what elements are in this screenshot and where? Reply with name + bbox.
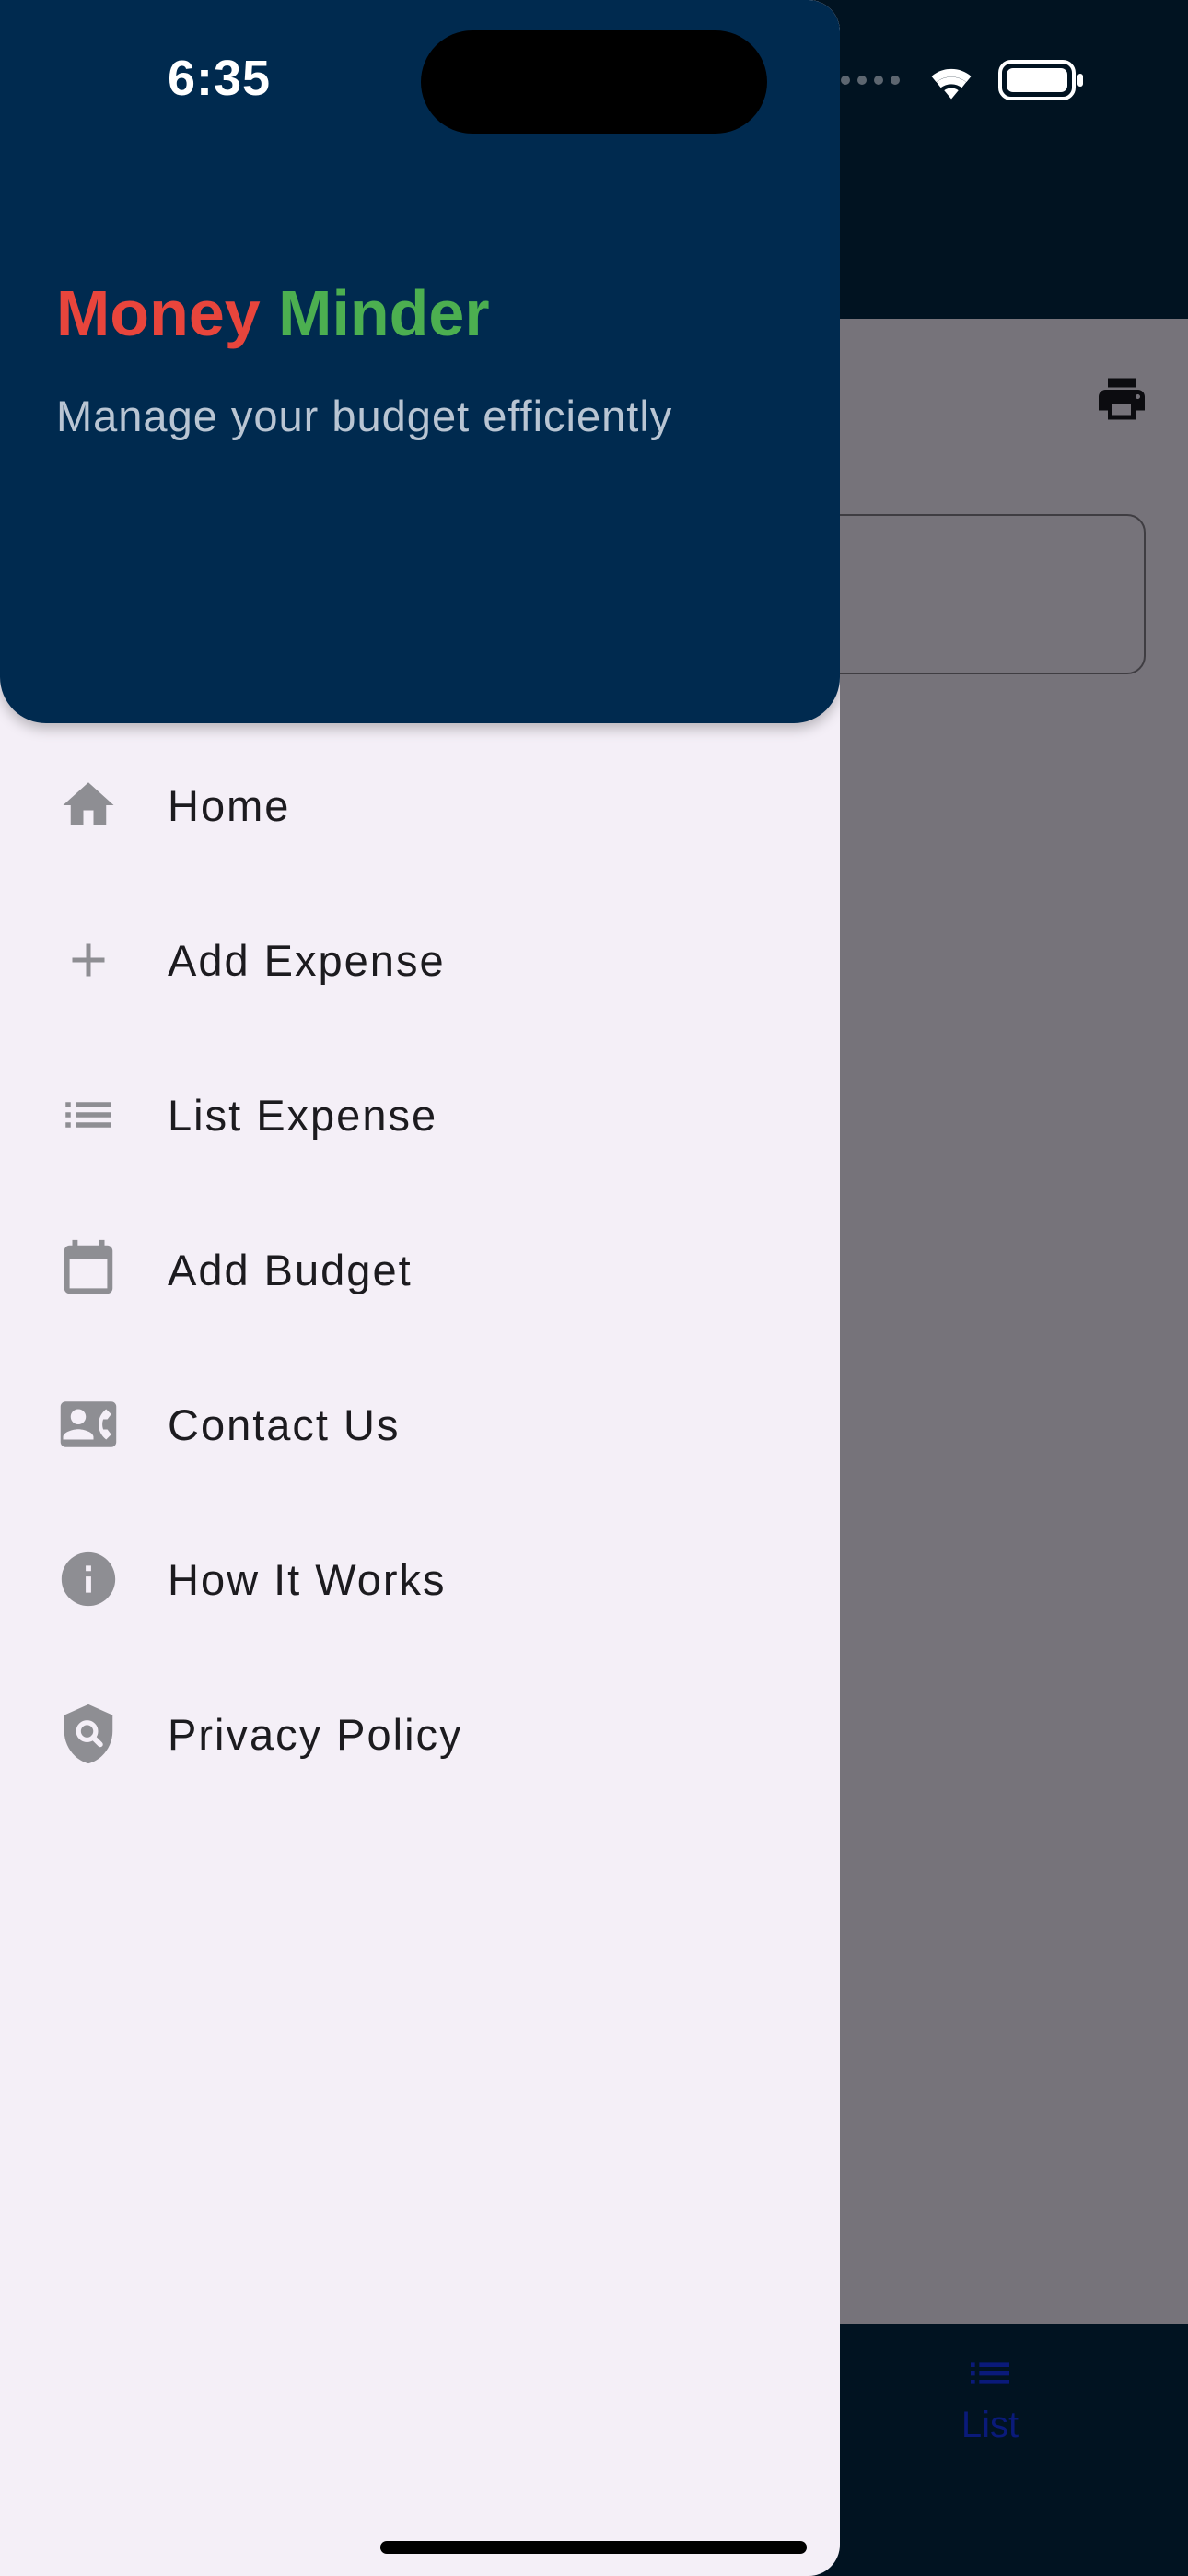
drawer-item-how-it-works[interactable]: How It Works xyxy=(0,1502,840,1657)
status-time: 6:35 xyxy=(168,51,272,106)
app-text-field[interactable] xyxy=(792,514,1146,674)
print-icon xyxy=(1099,378,1145,420)
contact-card-icon xyxy=(55,1391,122,1458)
calendar-icon xyxy=(55,1236,122,1303)
plus-icon xyxy=(55,927,122,993)
list-icon xyxy=(971,2362,1009,2384)
status-indicators xyxy=(840,57,1085,103)
home-indicator[interactable] xyxy=(380,2541,807,2554)
list-icon xyxy=(55,1082,122,1148)
drawer-item-list-expense[interactable]: List Expense xyxy=(0,1037,840,1192)
navigation-drawer: Money Minder Manage your budget efficien… xyxy=(0,0,840,2576)
drawer-item-label: Add Budget xyxy=(168,1245,413,1294)
drawer-item-add-budget[interactable]: Add Budget xyxy=(0,1192,840,1347)
privacy-shield-icon xyxy=(55,1701,122,1767)
drawer-item-privacy-policy[interactable]: Privacy Policy xyxy=(0,1657,840,1811)
wifi-icon xyxy=(931,68,972,100)
drawer-item-label: Add Expense xyxy=(168,935,446,985)
drawer-item-home[interactable]: Home xyxy=(0,728,840,883)
drawer-item-label: Home xyxy=(168,780,291,830)
bottom-nav-list[interactable]: List xyxy=(921,2348,1059,2467)
print-button[interactable] xyxy=(1087,364,1157,434)
drawer-item-label: List Expense xyxy=(168,1090,438,1140)
battery-icon xyxy=(998,60,1083,100)
drawer-item-add-expense[interactable]: Add Expense xyxy=(0,883,840,1037)
drawer-menu: Home Add Expense List Expense Add Budget… xyxy=(0,728,840,1811)
drawer-item-label: Contact Us xyxy=(168,1399,401,1449)
app-title-word-minder: Minder xyxy=(278,277,490,349)
app-title: Money Minder xyxy=(56,276,490,350)
dynamic-island xyxy=(421,30,767,134)
app-screen: List 6:35 Money Minder Manage your budge… xyxy=(0,0,1188,2576)
cellular-signal-icon xyxy=(841,76,900,85)
app-title-word-money: Money xyxy=(56,277,261,349)
bottom-nav-list-label: List xyxy=(961,2405,1019,2445)
drawer-item-contact-us[interactable]: Contact Us xyxy=(0,1347,840,1502)
home-icon xyxy=(55,772,122,838)
app-subtitle: Manage your budget efficiently xyxy=(56,392,673,440)
drawer-item-label: Privacy Policy xyxy=(168,1709,463,1759)
info-icon xyxy=(55,1546,122,1612)
drawer-item-label: How It Works xyxy=(168,1554,447,1604)
